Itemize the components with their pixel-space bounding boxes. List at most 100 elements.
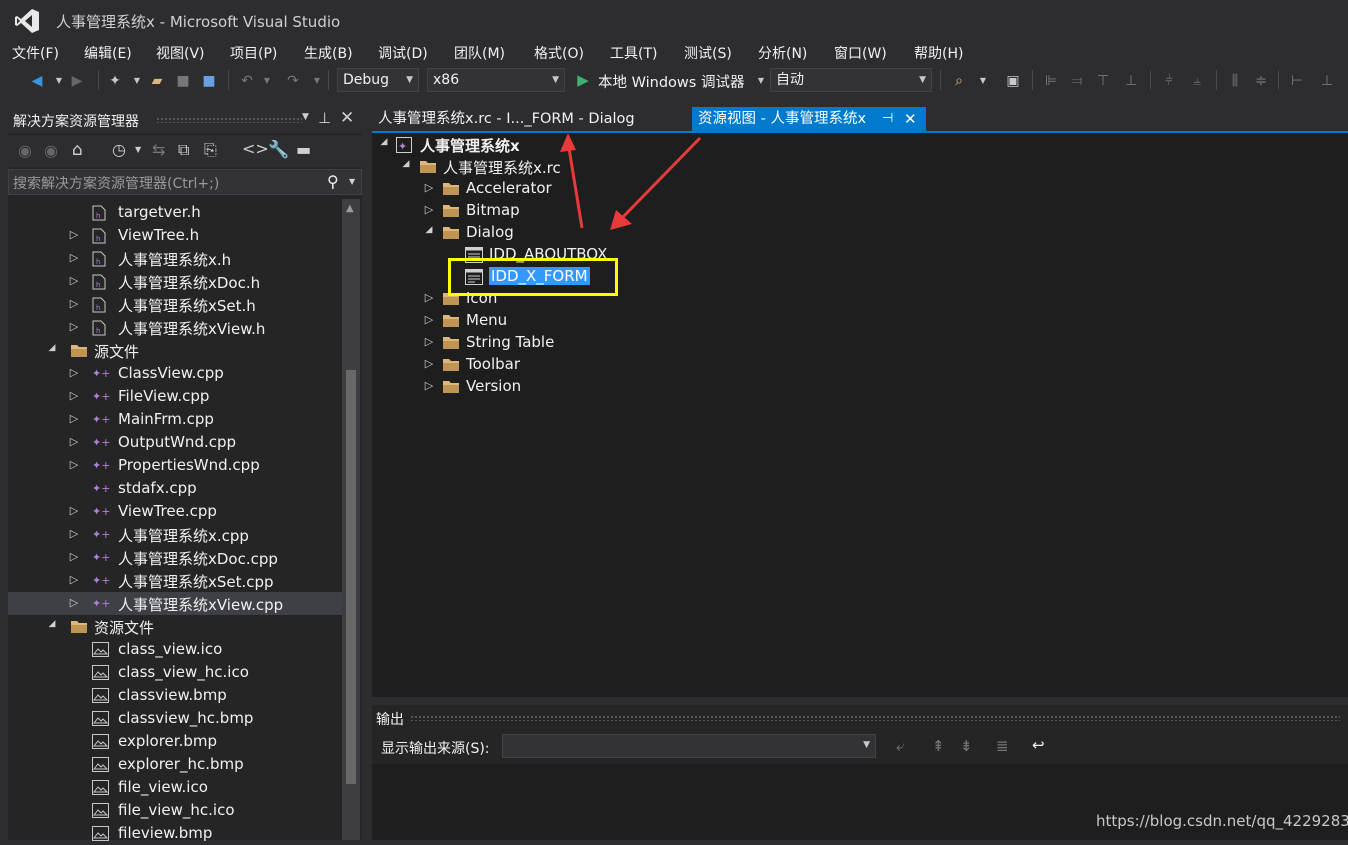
tree-item[interactable]: file_view_hc.ico	[8, 799, 342, 822]
next-message-icon[interactable]: ⇟	[960, 737, 973, 755]
scroll-up-icon[interactable]: ▲	[346, 203, 354, 214]
solution-platform-combo[interactable]: x86 ▼	[427, 68, 565, 92]
open-folder-icon[interactable]: ▰	[148, 72, 166, 90]
tree-folder[interactable]: ◢ 资源文件	[8, 615, 342, 638]
tree-item[interactable]: ▷ ✦+ OutputWnd.cpp	[8, 431, 342, 454]
menu-item[interactable]: 文件(F)	[12, 43, 59, 63]
undo-icon[interactable]: ↶	[238, 72, 256, 90]
resource-folder-menu[interactable]: ▷ Menu	[372, 309, 772, 331]
tree-item[interactable]: explorer.bmp	[8, 730, 342, 753]
expand-arrow-icon[interactable]: ▷	[423, 203, 435, 216]
tree-item[interactable]: ▷ ✦+ MainFrm.cpp	[8, 408, 342, 431]
expand-arrow-icon[interactable]: ▷	[68, 389, 80, 402]
menu-item[interactable]: 调试(D)	[378, 43, 428, 63]
pending-changes-filter-icon[interactable]: ◷	[112, 140, 126, 159]
expand-arrow-icon[interactable]: ▷	[423, 335, 435, 348]
clear-all-icon[interactable]: ≣	[996, 737, 1009, 755]
expand-arrow-icon[interactable]: ▷	[423, 181, 435, 194]
menu-item[interactable]: 工具(T)	[610, 43, 657, 63]
center-horizontal-icon[interactable]: ⫨	[1188, 72, 1206, 90]
expand-arrow-icon[interactable]: ▷	[68, 251, 80, 264]
expand-arrow-icon[interactable]: ▷	[68, 527, 80, 540]
expand-arrow-icon[interactable]: ▷	[68, 573, 80, 586]
find-in-files-icon[interactable]: ⌕	[950, 72, 968, 90]
tree-item[interactable]: ▷ h 人事管理系统xDoc.h	[8, 270, 342, 293]
center-vertical-icon[interactable]: ⫩	[1160, 72, 1178, 90]
expand-arrow-icon[interactable]: ▷	[68, 320, 80, 333]
back-dropdown-icon[interactable]: ▼	[50, 72, 68, 90]
tree-item[interactable]: ▷ ✦+ 人事管理系统xSet.cpp	[8, 569, 342, 592]
expand-arrow-icon[interactable]: ▷	[68, 550, 80, 563]
tree-item[interactable]: class_view.ico	[8, 638, 342, 661]
space-down-icon[interactable]: ≑	[1252, 72, 1270, 90]
output-source-combo[interactable]: ▼	[502, 734, 876, 758]
filter-dropdown-icon[interactable]: ▼	[135, 145, 141, 154]
test-window-icon[interactable]: ▣	[1004, 72, 1022, 90]
word-wrap-icon[interactable]: ↩	[1032, 736, 1045, 754]
tree-item[interactable]: ▷ h 人事管理系统x.h	[8, 247, 342, 270]
collapse-arrow-icon[interactable]: ◢	[378, 137, 390, 147]
tree-item[interactable]: ▷ ✦+ ClassView.cpp	[8, 362, 342, 385]
tree-item[interactable]: ▷ ✦+ PropertiesWnd.cpp	[8, 454, 342, 477]
resource-folder-version[interactable]: ▷ Version	[372, 375, 772, 397]
collapse-arrow-icon[interactable]: ◢	[46, 343, 58, 353]
tree-item[interactable]: ▷ h 人事管理系统xSet.h	[8, 293, 342, 316]
expand-arrow-icon[interactable]: ▷	[68, 504, 80, 517]
expand-arrow-icon[interactable]: ▷	[68, 458, 80, 471]
expand-arrow-icon[interactable]: ▷	[423, 357, 435, 370]
find-message-icon[interactable]: ⤶	[896, 737, 904, 755]
pin-icon[interactable]: ⊥	[318, 109, 331, 127]
tree-item[interactable]: explorer_hc.bmp	[8, 753, 342, 776]
preview-icon[interactable]: ▬	[296, 140, 311, 159]
scrollbar-thumb[interactable]	[346, 370, 356, 784]
menu-item[interactable]: 视图(V)	[156, 43, 205, 63]
menu-item[interactable]: 团队(M)	[454, 43, 505, 63]
solution-explorer-search[interactable]: 搜索解决方案资源管理器(Ctrl+;) ⚲ ▼	[8, 169, 362, 195]
space-across-icon[interactable]: ⫼	[1226, 72, 1244, 90]
menu-item[interactable]: 格式(O)	[534, 43, 584, 63]
expand-arrow-icon[interactable]: ▷	[68, 228, 80, 241]
resource-folder-toolbar[interactable]: ▷ Toolbar	[372, 353, 772, 375]
align-bottoms-icon[interactable]: ⊥	[1122, 72, 1140, 90]
expand-arrow-icon[interactable]: ▷	[423, 313, 435, 326]
new-item-icon[interactable]: ✦	[106, 72, 124, 90]
sync-icon[interactable]: ⇆	[152, 140, 165, 159]
start-debugger-button[interactable]: 本地 Windows 调试器	[598, 71, 744, 92]
undo-dropdown-icon[interactable]: ▼	[258, 72, 276, 90]
save-icon[interactable]: ■	[174, 72, 192, 90]
menu-item[interactable]: 帮助(H)	[914, 43, 963, 63]
forward-icon[interactable]: ▶	[68, 72, 86, 90]
menu-item[interactable]: 生成(B)	[304, 43, 353, 63]
collapse-all-icon[interactable]: ⧉	[178, 140, 189, 160]
expand-arrow-icon[interactable]: ▷	[423, 291, 435, 304]
properties-wrench-icon[interactable]: 🔧	[268, 140, 289, 160]
expand-arrow-icon[interactable]: ▷	[68, 435, 80, 448]
search-icon[interactable]: ⚲	[327, 172, 339, 191]
debugger-mode-combo[interactable]: 自动 ▼	[770, 68, 932, 92]
tree-item[interactable]: ▷ ✦+ ViewTree.cpp	[8, 500, 342, 523]
search-options-dropdown-icon[interactable]: ▼	[349, 177, 355, 186]
expand-arrow-icon[interactable]: ▷	[68, 274, 80, 287]
menu-item[interactable]: 测试(S)	[684, 43, 732, 63]
align-lefts-icon[interactable]: ⊫	[1042, 72, 1060, 90]
show-all-files-icon[interactable]: ⎘	[204, 140, 217, 160]
expand-arrow-icon[interactable]: ▷	[68, 596, 80, 609]
solution-config-combo[interactable]: Debug ▼	[337, 68, 419, 92]
expand-arrow-icon[interactable]: ▷	[68, 412, 80, 425]
start-debug-icon[interactable]: ▶	[574, 71, 592, 89]
output-splitter[interactable]	[372, 697, 1348, 705]
menu-item[interactable]: 分析(N)	[758, 43, 807, 63]
close-icon[interactable]: ✕	[340, 108, 354, 128]
previous-message-icon[interactable]: ⇞	[932, 737, 945, 755]
align-centers-icon[interactable]: ⫤	[1068, 72, 1086, 90]
tree-item[interactable]: ▷ ✦+ FileView.cpp	[8, 385, 342, 408]
tree-item[interactable]: ✦+ stdafx.cpp	[8, 477, 342, 500]
expand-arrow-icon[interactable]: ▷	[68, 297, 80, 310]
expand-arrow-icon[interactable]: ▷	[423, 379, 435, 392]
tree-item[interactable]: class_view_hc.ico	[8, 661, 342, 684]
tree-item[interactable]: classview_hc.bmp	[8, 707, 342, 730]
collapse-arrow-icon[interactable]: ◢	[46, 619, 58, 629]
pin-icon[interactable]: ⊣	[882, 107, 893, 131]
back-icon[interactable]: ◀	[28, 72, 46, 90]
home-icon[interactable]: ⌂	[72, 140, 83, 160]
